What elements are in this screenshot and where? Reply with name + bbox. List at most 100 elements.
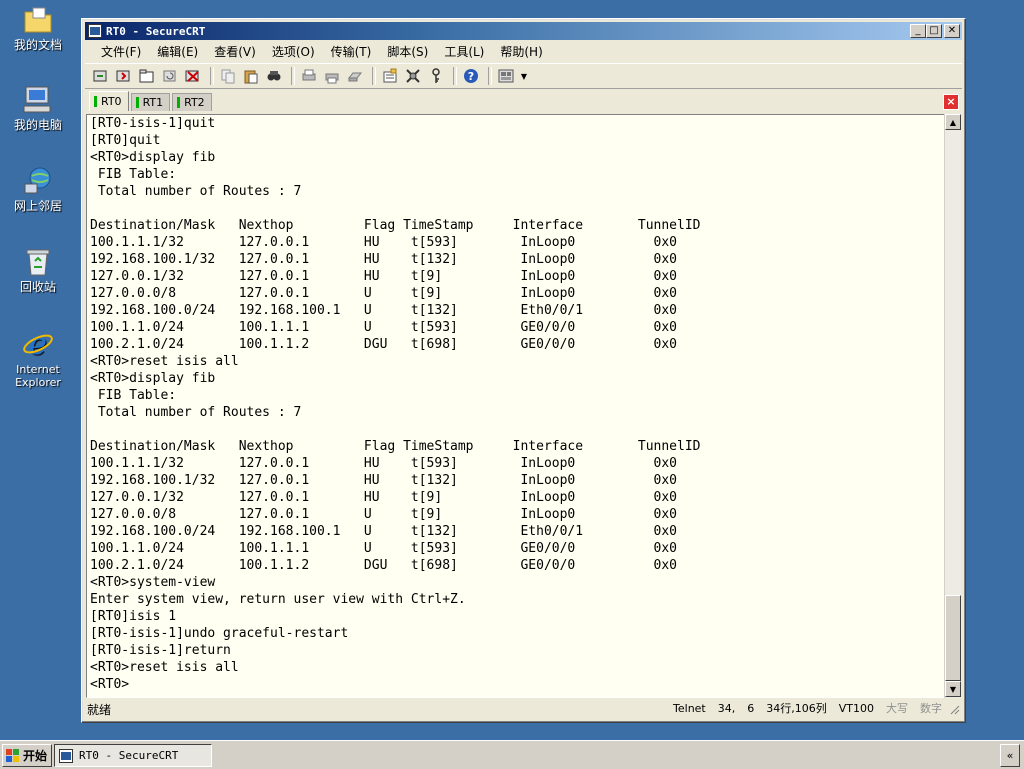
session-manager-icon [498,69,514,83]
desktop-icon-label: 我的文档 [13,38,62,52]
print-selection-button[interactable] [322,66,342,86]
taskbar-securecrt-button[interactable]: RT0 - SecureCRT [54,744,212,767]
menu-transfer[interactable]: 传输(T) [323,43,380,60]
status-size: 34行,106列 [766,702,827,715]
toolbar-separator [488,67,492,85]
help-button[interactable]: ? [461,66,481,86]
print-button[interactable] [299,66,319,86]
desktop-icon-my-computer[interactable]: 我的电脑 [0,84,76,132]
toolbar-separator [453,67,457,85]
find-button[interactable] [264,66,284,86]
status-protocol: Telnet [673,702,706,715]
status-bar: 就绪 Telnet 34, 6 34行,106列 VT100 大写 数字 [85,700,962,718]
status-cursor-col: 6 [747,702,755,715]
internet-explorer-icon: e [22,328,54,360]
desktop-icon-label: 我的电脑 [13,118,62,132]
desktop-icon-internet-explorer[interactable]: e Internet Explorer [0,328,76,389]
paste-button[interactable] [241,66,261,86]
desktop-icon-network-places[interactable]: 网上邻居 [0,165,76,213]
reconnect-button[interactable] [160,66,180,86]
menu-bar: 文件(F) 编辑(E) 查看(V) 选项(O) 传输(T) 脚本(S) 工具(L… [85,41,962,61]
resize-grip-icon[interactable] [948,703,960,715]
tab-rt0[interactable]: RT0 [89,91,129,111]
tab-rt2[interactable]: RT2 [172,93,212,111]
desktop-icon-recycle-bin[interactable]: 回收站 [0,246,76,294]
connect-button[interactable] [91,66,111,86]
quick-connect-icon [116,70,130,82]
session-options-icon [383,68,397,83]
close-tab-button[interactable]: × [943,94,959,110]
maximize-button[interactable]: □ [926,24,942,38]
status-emulation: VT100 [838,702,874,715]
network-places-icon [22,165,54,197]
desktop-icon-label: 回收站 [19,280,56,294]
menu-view[interactable]: 查看(V) [206,43,264,60]
desktop-icon-my-documents[interactable]: 我的文档 [0,4,76,52]
tray-expand-button[interactable]: « [1000,744,1020,767]
svg-text:?: ? [468,70,474,83]
menu-edit[interactable]: 编辑(E) [149,43,206,60]
scroll-up-button[interactable]: ▲ [945,114,961,130]
connected-status-icon [177,97,181,108]
my-computer-icon [22,84,54,116]
disconnect-icon [185,70,199,82]
taskbar-task-label: RT0 - SecureCRT [79,749,179,762]
window-titlebar[interactable]: RT0 - SecureCRT _ □ ✕ [85,22,962,40]
status-num-lock: 数字 [920,702,942,715]
scroll-down-button[interactable]: ▼ [945,681,961,697]
menu-tools[interactable]: 工具(L) [436,43,492,60]
arrow-down-icon: ▼ [949,684,957,694]
terminal-area[interactable]: [RT0-isis-1]quit [RT0]quit <RT0>display … [86,114,946,698]
print-screen-icon [302,69,316,81]
desktop-icon-label: Internet Explorer [15,363,61,389]
toolbar: ? ▼ [85,63,962,89]
minimize-button[interactable]: _ [910,24,926,38]
quick-connect-button[interactable] [114,66,134,86]
securecrt-app-icon [88,24,102,38]
paste-icon [244,70,258,84]
menu-options[interactable]: 选项(O) [264,43,323,60]
double-chevron-left-icon: « [1006,749,1014,762]
close-button[interactable]: ✕ [944,24,960,38]
securecrt-window: RT0 - SecureCRT _ □ ✕ 文件(F) 编辑(E) 查看(V) … [81,18,966,723]
tab-label: RT1 [142,96,164,109]
chevron-down-icon: ▼ [520,71,528,81]
printer-button[interactable] [345,66,365,86]
key-icon [432,68,440,83]
toolbar-separator [210,67,214,85]
toolbar-overflow-button[interactable]: ▼ [519,66,529,86]
help-icon: ? [464,69,478,83]
svg-text:e: e [29,328,47,360]
global-options-icon [406,69,420,83]
copy-button[interactable] [218,66,238,86]
vertical-scrollbar[interactable]: ▲ ▼ [944,114,961,698]
scrollbar-thumb[interactable] [945,595,961,681]
windows-logo-icon [6,748,19,762]
session-options-button[interactable] [380,66,400,86]
menu-help[interactable]: 帮助(H) [492,43,550,60]
global-options-button[interactable] [403,66,423,86]
connect-icon [93,70,107,82]
disconnect-button[interactable] [183,66,203,86]
keymap-button[interactable] [426,66,446,86]
menu-script[interactable]: 脚本(S) [379,43,436,60]
menu-file[interactable]: 文件(F) [93,43,149,60]
toolbar-separator [372,67,376,85]
status-text: 就绪 [87,702,112,717]
close-icon: × [946,95,956,108]
maximize-icon: □ [929,25,939,36]
copy-icon [221,69,235,84]
start-button[interactable]: 开始 [2,744,52,767]
terminal-output: [RT0-isis-1]quit [RT0]quit <RT0>display … [90,116,701,692]
tab-connect-icon [139,69,154,83]
window-title: RT0 - SecureCRT [106,24,206,38]
connect-in-tab-button[interactable] [137,66,157,86]
print-selection-icon [325,73,339,84]
connected-status-icon [135,97,139,108]
minimize-icon: _ [915,25,921,36]
toolbar-separator [291,67,295,85]
session-manager-button[interactable] [496,66,516,86]
status-caps-lock: 大写 [886,702,908,715]
tab-rt1[interactable]: RT1 [130,93,171,111]
arrow-up-icon: ▲ [949,117,957,127]
